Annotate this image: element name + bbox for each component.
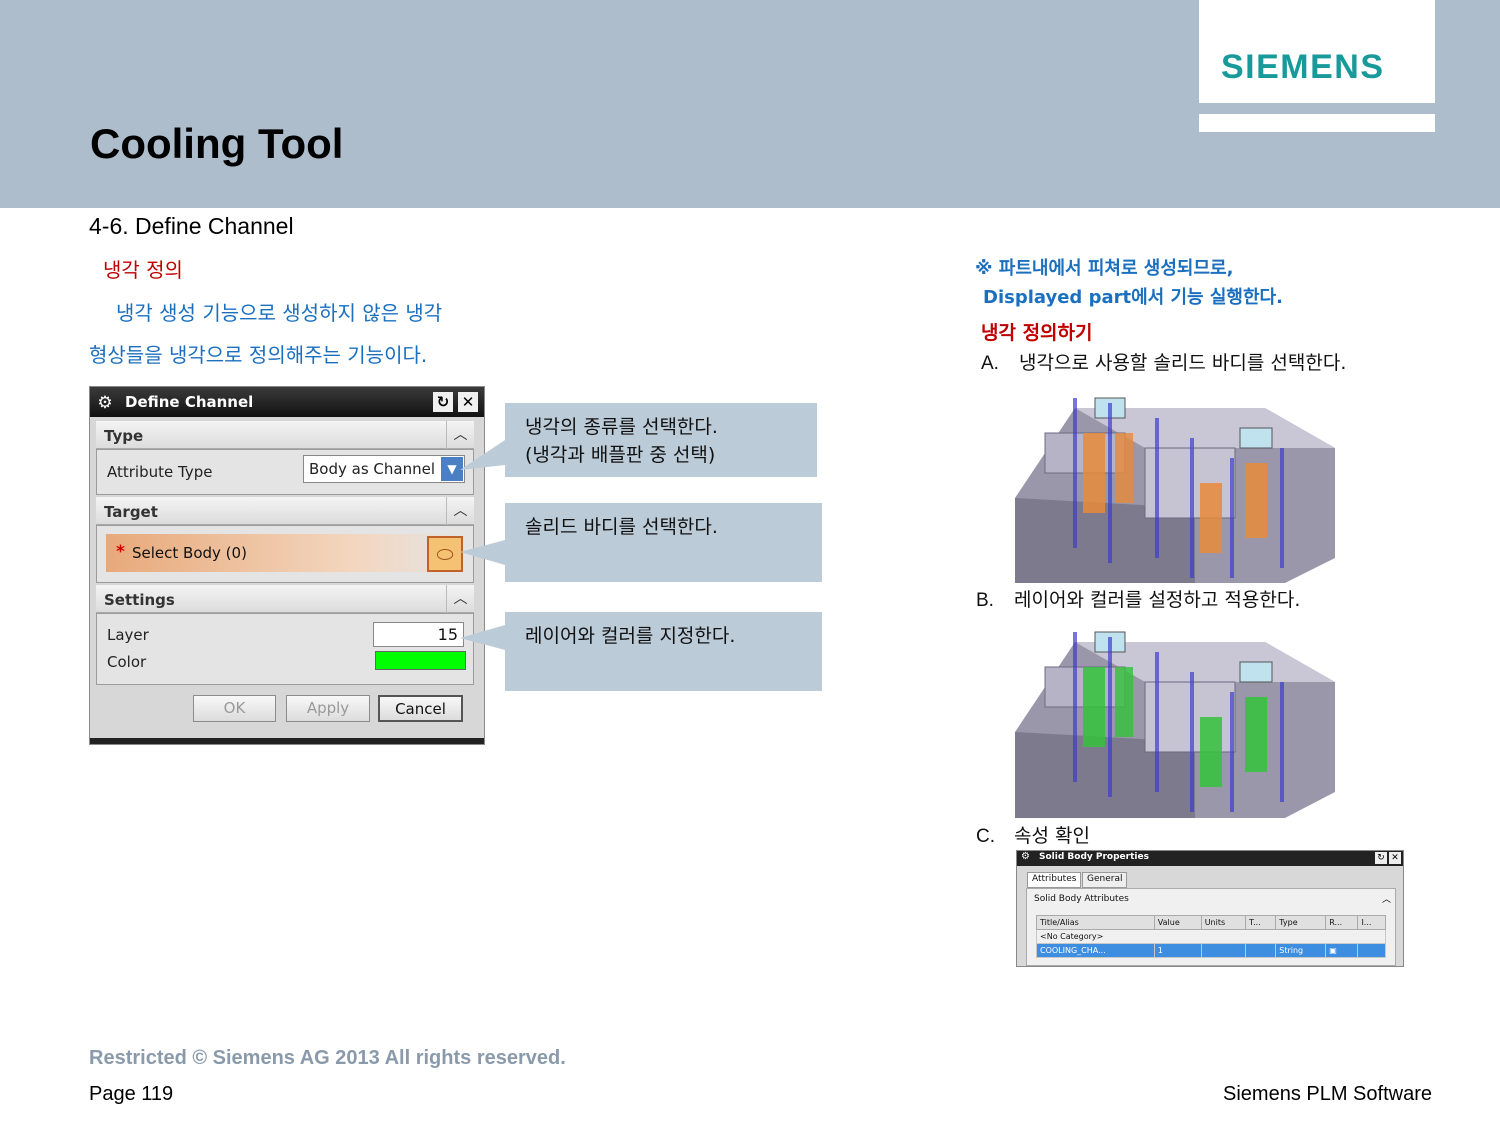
settings-section-label: Settings (104, 591, 175, 609)
slide: SIEMENS Cooling Tool 4-6. Define Channel… (0, 0, 1500, 1125)
row-i-cell[interactable] (1357, 943, 1386, 958)
row-units-cell[interactable] (1200, 943, 1247, 958)
gear-icon[interactable]: ⚙ (95, 393, 115, 413)
footer-copyright: Restricted © Siemens AG 2013 All rights … (89, 1047, 566, 1069)
attributes-table: Title/Alias Value Units T... Type R... I… (1036, 915, 1386, 958)
col-units[interactable]: Units (1200, 915, 1247, 930)
note-line-2: Displayed part에서 기능 실행한다. (983, 287, 1283, 308)
row-t-cell[interactable] (1245, 943, 1277, 958)
row-value-cell[interactable]: 1 (1153, 943, 1202, 958)
reset-icon[interactable]: ↻ (433, 392, 453, 412)
properties-title-bar: ⚙ Solid Body Properties ↻ ✕ (1017, 851, 1403, 866)
select-body-label: Select Body (0) (132, 544, 247, 562)
dialog-bottom-edge (90, 738, 484, 744)
mold-illustration-orange (1015, 388, 1335, 583)
solid-body-picker-icon[interactable]: ⬭ (427, 536, 463, 572)
step-a: A. 냉각으로 사용할 솔리드 바디를 선택한다. (981, 348, 1346, 375)
settings-section-header[interactable]: Settings ︿ (96, 585, 474, 613)
tab-attributes[interactable]: Attributes (1027, 872, 1082, 888)
define-channel-dialog: ⚙ Define Channel ↻ ✕ Type ︿ Attribute Ty… (89, 386, 485, 745)
tab-general[interactable]: General (1082, 872, 1128, 888)
siemens-logo: SIEMENS (1221, 48, 1385, 86)
layer-label: Layer (107, 626, 149, 644)
color-swatch[interactable] (375, 651, 466, 670)
description-line-2: 형상들을 냉각으로 정의해주는 기능이다. (89, 343, 428, 367)
attribute-type-value: Body as Channel (309, 460, 435, 478)
settings-callout-pointer (460, 625, 505, 650)
properties-body: Solid Body Attributes ︿ Title/Alias Valu… (1026, 888, 1396, 966)
footer-page-number: Page 119 (89, 1083, 174, 1105)
target-section-header[interactable]: Target ︿ (96, 497, 474, 525)
ok-button[interactable]: OK (193, 695, 276, 722)
settings-callout-text: 레이어와 컬러를 지정한다. (525, 625, 736, 647)
col-i[interactable]: I... (1357, 915, 1386, 930)
dialog-title-bar: ⚙ Define Channel ↻ ✕ (90, 387, 484, 417)
step-c-letter: C. (976, 826, 995, 847)
description-line-1: 냉각 생성 기능으로 생성하지 않은 냉각 (116, 301, 443, 325)
apply-button[interactable]: Apply (286, 695, 370, 722)
note-line-1: ※ 파트내에서 피쳐로 생성되므로, (975, 258, 1234, 279)
col-type[interactable]: Type (1275, 915, 1327, 930)
settings-callout: 레이어와 컬러를 지정한다. (505, 612, 822, 691)
col-value[interactable]: Value (1153, 915, 1202, 930)
type-callout-line-2: (냉각과 배플판 중 선택) (525, 444, 716, 466)
cancel-button[interactable]: Cancel (378, 695, 463, 722)
type-section-header[interactable]: Type ︿ (96, 421, 474, 449)
attribute-type-select[interactable]: Body as Channel ▼ (303, 455, 465, 483)
solid-body-properties-dialog: ⚙ Solid Body Properties ↻ ✕ Attributes G… (1016, 850, 1404, 967)
target-callout-pointer (460, 540, 505, 565)
target-callout: 솔리드 바디를 선택한다. (505, 503, 822, 582)
col-t[interactable]: T... (1245, 915, 1277, 930)
step-c-text: 속성 확인 (1014, 825, 1090, 847)
category-cell[interactable]: <No Category> (1036, 929, 1386, 944)
type-section-label: Type (104, 427, 144, 445)
col-title[interactable]: Title/Alias (1036, 915, 1155, 930)
dialog-title: Define Channel (125, 393, 254, 411)
page-title: Cooling Tool (90, 120, 344, 167)
row-title-cell[interactable]: COOLING_CHA... (1036, 943, 1155, 958)
logo-underline (1199, 114, 1435, 132)
properties-section-label: Solid Body Attributes (1034, 894, 1129, 904)
mold-image-defined (1015, 622, 1335, 818)
row-type-cell[interactable]: String (1275, 943, 1327, 958)
table-row[interactable]: COOLING_CHA... 1 String ▣ (1036, 943, 1386, 958)
close-icon[interactable]: ✕ (1389, 852, 1401, 864)
footer-brand: Siemens PLM Software (1223, 1083, 1432, 1105)
table-row[interactable]: <No Category> (1036, 929, 1386, 944)
type-callout: 냉각의 종류를 선택한다. (냉각과 배플판 중 선택) (505, 403, 817, 477)
layer-input[interactable]: 15 (373, 622, 464, 647)
howto-title: 냉각 정의하기 (981, 322, 1093, 344)
mold-image-selected (1015, 388, 1335, 583)
chevron-up-icon[interactable]: ︿ (1382, 892, 1391, 905)
required-marker: * (116, 542, 125, 562)
step-b: B. 레이어와 컬러를 설정하고 적용한다. (976, 585, 1300, 612)
section-heading: 냉각 정의 (103, 258, 183, 282)
target-section-label: Target (104, 503, 158, 521)
type-callout-line-1: 냉각의 종류를 선택한다. (525, 416, 718, 438)
mold-illustration-green (1015, 622, 1335, 818)
attribute-type-label: Attribute Type (107, 463, 213, 481)
row-r-cell[interactable]: ▣ (1325, 943, 1359, 958)
step-c: C. 속성 확인 (976, 821, 1090, 848)
section-title: 4-6. Define Channel (89, 213, 294, 239)
step-a-letter: A. (981, 353, 999, 374)
step-b-text: 레이어와 컬러를 설정하고 적용한다. (1014, 589, 1301, 611)
target-callout-text: 솔리드 바디를 선택한다. (525, 516, 718, 538)
col-r[interactable]: R... (1325, 915, 1359, 930)
gear-icon[interactable]: ⚙ (1021, 851, 1030, 862)
properties-title: Solid Body Properties (1039, 852, 1149, 862)
reset-icon[interactable]: ↻ (1375, 852, 1387, 864)
type-callout-pointer (460, 440, 505, 470)
step-a-text: 냉각으로 사용할 솔리드 바디를 선택한다. (1019, 352, 1347, 374)
step-b-letter: B. (976, 590, 994, 611)
color-label: Color (107, 653, 147, 671)
select-body-row[interactable]: * Select Body (0) (106, 534, 466, 572)
